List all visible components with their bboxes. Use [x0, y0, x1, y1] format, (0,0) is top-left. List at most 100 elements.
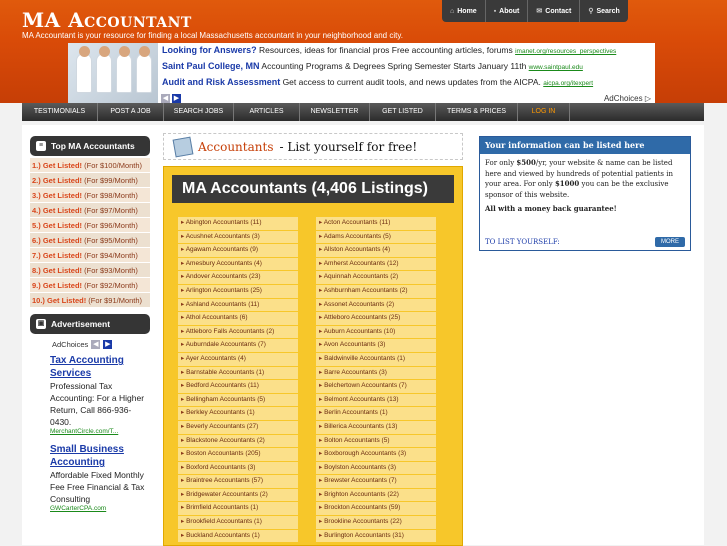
adchoices-label[interactable]: AdChoices ▷ — [604, 94, 651, 103]
more-button[interactable]: MORE — [655, 237, 685, 247]
city-link[interactable]: Barre Accountants (3) — [316, 366, 436, 381]
city-link[interactable]: Agawam Accountants (9) — [178, 244, 298, 258]
city-link[interactable]: Attleboro Accountants (25) — [316, 312, 436, 326]
site-logo[interactable]: MA Accountant — [22, 8, 192, 32]
city-link[interactable]: Baldwinville Accountants (1) — [316, 352, 436, 367]
center-column: Accountants - List yourself for free! MA… — [163, 133, 463, 546]
city-link[interactable]: Allston Accountants (4) — [316, 244, 436, 258]
search-icon: ⚲ — [588, 8, 594, 15]
city-link[interactable]: Brighton Accountants (22) — [316, 488, 436, 503]
nav-search-jobs[interactable]: SEARCH JOBS — [164, 103, 234, 121]
city-link[interactable]: Andover Accountants (23) — [178, 271, 298, 285]
next-arrow-icon[interactable]: ▶ — [103, 340, 113, 349]
city-link[interactable]: Buckland Accountants (1) — [178, 529, 298, 544]
city-link[interactable]: Bellingham Accountants (5) — [178, 393, 298, 408]
city-link[interactable]: Berkley Accountants (1) — [178, 407, 298, 421]
top-nav-contact[interactable]: ✉ Contact — [527, 0, 579, 22]
next-arrow-icon[interactable]: ▶ — [172, 94, 181, 103]
city-link[interactable]: Acton Accountants (11) — [316, 217, 436, 231]
nav-post-job[interactable]: POST A JOB — [98, 103, 164, 121]
city-link[interactable]: Attleboro Falls Accountants (2) — [178, 325, 298, 340]
city-link[interactable]: Brookfield Accountants (1) — [178, 516, 298, 530]
list-yourself-banner[interactable]: Accountants - List yourself for free! — [163, 133, 463, 160]
prev-arrow-icon[interactable]: ◀ — [161, 94, 170, 103]
list-item[interactable]: 10.) Get Listed! (For $91/Month) — [30, 293, 150, 308]
city-link[interactable]: Barnstable Accountants (1) — [178, 366, 298, 381]
city-link[interactable]: Burlington Accountants (31) — [316, 529, 436, 544]
list-item[interactable]: 6.) Get Listed! (For $95/Month) — [30, 233, 150, 248]
top-nav-search[interactable]: ⚲ Search — [579, 0, 628, 22]
list-item[interactable]: 9.) Get Listed! (For $92/Month) — [30, 278, 150, 293]
ad-icon: ▣ — [36, 319, 46, 329]
ad-line[interactable]: Audit and Risk Assessment Get access to … — [162, 77, 593, 87]
sponsor-text: For only $500/yr, your website & name ca… — [485, 158, 673, 199]
home-icon: ⌂ — [450, 7, 455, 15]
list-item[interactable]: 8.) Get Listed! (For $93/Month) — [30, 263, 150, 278]
adchoices-label[interactable]: AdChoices ◀ ▶ — [30, 340, 150, 349]
nav-terms-prices[interactable]: TERMS & PRICES — [436, 103, 518, 121]
city-link[interactable]: Amherst Accountants (12) — [316, 257, 436, 272]
city-link[interactable]: Berlin Accountants (1) — [316, 407, 436, 421]
top-nav-home[interactable]: ⌂ Home — [442, 0, 485, 22]
list-item[interactable]: 2.) Get Listed! (For $99/Month) — [30, 173, 150, 188]
city-link[interactable]: Ashland Accountants (11) — [178, 298, 298, 313]
list-item[interactable]: 7.) Get Listed! (For $94/Month) — [30, 248, 150, 263]
city-link[interactable]: Brockton Accountants (59) — [316, 502, 436, 517]
city-link[interactable]: Brimfield Accountants (1) — [178, 502, 298, 517]
city-link[interactable]: Bedford Accountants (11) — [178, 380, 298, 394]
city-link[interactable]: Boxford Accountants (3) — [178, 461, 298, 476]
city-link[interactable]: Adams Accountants (5) — [316, 230, 436, 245]
city-link[interactable]: Ayer Accountants (4) — [178, 352, 298, 367]
side-ads: Tax Accounting Services Professional Tax… — [30, 354, 150, 512]
top-nav-about[interactable]: ▪ About — [484, 0, 528, 22]
city-link[interactable]: Brewster Accountants (7) — [316, 475, 436, 489]
ad-url[interactable]: GWCarterCPA.com — [50, 505, 150, 512]
listings-title: MA Accountants (4,406 Listings) — [172, 175, 454, 203]
city-link[interactable]: Bridgewater Accountants (2) — [178, 488, 298, 503]
city-link[interactable]: Athol Accountants (6) — [178, 312, 298, 326]
list-item[interactable]: 5.) Get Listed! (For $96/Month) — [30, 218, 150, 233]
city-link[interactable]: Ashburnham Accountants (2) — [316, 284, 436, 299]
list-item[interactable]: 3.) Get Listed! (For $98/Month) — [30, 188, 150, 203]
list-item[interactable]: 4.) Get Listed! (For $97/Month) — [30, 203, 150, 218]
city-link[interactable]: Bolton Accountants (5) — [316, 434, 436, 449]
city-link[interactable]: Braintree Accountants (57) — [178, 475, 298, 489]
ad-description: Professional Tax Accounting: For a Highe… — [50, 381, 145, 427]
ad-description: Affordable Fixed Monthly Fee Free Financ… — [50, 470, 145, 504]
ad-url[interactable]: MerchantCircle.com/T... — [50, 428, 150, 435]
ad-line[interactable]: Saint Paul College, MN Accounting Progra… — [162, 61, 583, 71]
city-link[interactable]: Billerica Accountants (13) — [316, 420, 436, 435]
city-link[interactable]: Assonet Accountants (2) — [316, 298, 436, 313]
main-nav: TESTIMONIALS POST A JOB SEARCH JOBS ARTI… — [22, 103, 704, 121]
about-icon: ▪ — [493, 7, 497, 15]
city-link[interactable]: Boxborough Accountants (3) — [316, 448, 436, 462]
nav-get-listed[interactable]: GET LISTED — [370, 103, 436, 121]
nav-articles[interactable]: ARTICLES — [234, 103, 300, 121]
city-link[interactable]: Boston Accountants (205) — [178, 448, 298, 462]
city-link[interactable]: Arlington Accountants (25) — [178, 284, 298, 299]
top-accountants-heading: ≡ Top MA Accountants — [30, 136, 150, 156]
city-link[interactable]: Blackstone Accountants (2) — [178, 434, 298, 449]
city-link[interactable]: Belchertown Accountants (7) — [316, 380, 436, 394]
city-link[interactable]: Auburn Accountants (10) — [316, 325, 436, 340]
city-link[interactable]: Aquinnah Accountants (2) — [316, 271, 436, 285]
nav-testimonials[interactable]: TESTIMONIALS — [22, 103, 98, 121]
city-link[interactable]: Belmont Accountants (13) — [316, 393, 436, 408]
sponsor-box: Your information can be listed here For … — [479, 136, 691, 251]
nav-login[interactable]: LOG IN — [518, 103, 570, 121]
ad-title[interactable]: Tax Accounting Services — [50, 354, 150, 380]
city-link[interactable]: Abington Accountants (11) — [178, 217, 298, 231]
ad-line[interactable]: Looking for Answers? Resources, ideas fo… — [162, 45, 616, 55]
list-item[interactable]: 1.) Get Listed! (For $100/Month) — [30, 158, 150, 173]
nav-newsletter[interactable]: NEWSLETTER — [300, 103, 370, 121]
city-link[interactable]: Beverly Accountants (27) — [178, 420, 298, 435]
ad-title[interactable]: Small Business Accounting — [50, 443, 150, 469]
city-link[interactable]: Auburndale Accountants (7) — [178, 339, 298, 353]
city-link[interactable]: Avon Accountants (3) — [316, 339, 436, 353]
city-link[interactable]: Brookline Accountants (22) — [316, 516, 436, 530]
city-link[interactable]: Acushnet Accountants (3) — [178, 230, 298, 245]
sponsor-title: Your information can be listed here — [480, 137, 690, 154]
city-link[interactable]: Boylston Accountants (3) — [316, 461, 436, 476]
prev-arrow-icon[interactable]: ◀ — [91, 340, 101, 349]
city-link[interactable]: Amesbury Accountants (4) — [178, 257, 298, 272]
